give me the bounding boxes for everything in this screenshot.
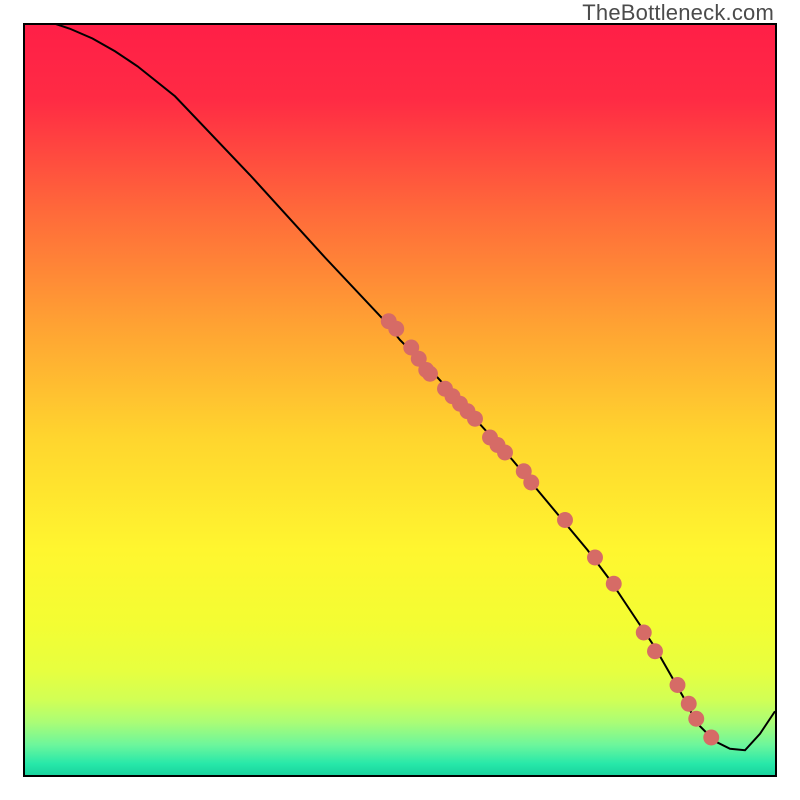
plot-area bbox=[23, 23, 777, 777]
scatter-points bbox=[381, 313, 719, 745]
curve-line bbox=[25, 25, 775, 750]
chart-overlay bbox=[25, 25, 775, 775]
chart-container: TheBottleneck.com bbox=[0, 0, 800, 800]
